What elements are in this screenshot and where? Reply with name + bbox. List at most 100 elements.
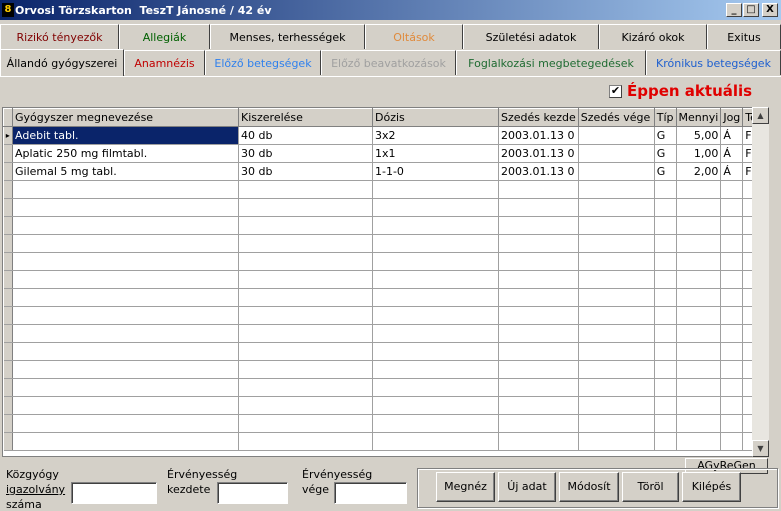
empty-cell — [676, 288, 722, 307]
empty-cell — [12, 198, 239, 217]
empty-cell — [498, 180, 579, 199]
row-indicator — [3, 396, 13, 415]
scroll-up-icon[interactable]: ▲ — [752, 107, 769, 124]
minimize-button[interactable]: _ — [726, 3, 742, 17]
tab-rizikó-tenyezok[interactable]: Rizikó tényezők — [0, 24, 119, 49]
empty-cell — [578, 432, 655, 451]
cell-szedes-kezdete[interactable]: 2003.01.13 0 — [498, 162, 579, 181]
empty-cell — [372, 252, 499, 271]
cell-tipus[interactable]: G — [654, 162, 677, 181]
tab-allergiak[interactable]: Allegiák — [119, 24, 210, 49]
empty-cell — [498, 234, 579, 253]
torol-button[interactable]: Töröl — [622, 472, 679, 502]
table-row[interactable]: Aplatic 250 mg filmtabl. 30 db 1x1 2003.… — [3, 144, 764, 163]
table-row[interactable]: Gilemal 5 mg tabl. 30 db 1-1-0 2003.01.1… — [3, 162, 764, 181]
empty-cell — [238, 432, 373, 451]
empty-cell — [720, 324, 744, 343]
col-header-szedes-kezdete[interactable]: Szedés kezde — [498, 108, 579, 127]
empty-cell — [372, 432, 499, 451]
tab-foglalkozasi-megbetegedesek[interactable]: Foglalkozási megbetegedések — [456, 50, 646, 75]
empty-cell — [676, 252, 722, 271]
empty-cell — [238, 306, 373, 325]
cell-szedes-kezdete[interactable]: 2003.01.13 0 — [498, 144, 579, 163]
ervenyesseg-kezdete-input[interactable] — [217, 482, 288, 504]
empty-cell — [578, 180, 655, 199]
cell-mennyiseg[interactable]: 2,00 — [676, 162, 722, 181]
empty-row — [3, 306, 764, 325]
tab-allando-gyogyszerei[interactable]: Állandó gyógyszerei — [0, 49, 124, 76]
eppen-aktualis-checkbox[interactable]: ✔ — [609, 84, 622, 98]
kozgyogy-igazolvany-input[interactable] — [71, 482, 157, 504]
col-header-mennyiseg[interactable]: Mennyi — [675, 108, 722, 127]
modosit-button[interactable]: Módosít — [559, 472, 619, 502]
empty-row — [3, 396, 764, 415]
cell-jog[interactable]: Á — [720, 126, 744, 145]
col-header-tipus[interactable]: Típ — [653, 108, 677, 127]
grid-vertical-scrollbar[interactable]: ▲ ▼ — [752, 107, 769, 457]
col-header-kiszereles[interactable]: Kiszerelése — [238, 108, 373, 127]
empty-cell — [498, 432, 579, 451]
empty-cell — [720, 360, 744, 379]
scroll-down-icon[interactable]: ▼ — [752, 440, 769, 457]
cell-gyogyszer[interactable]: Adebit tabl. — [12, 126, 239, 145]
empty-cell — [498, 360, 579, 379]
cell-gyogyszer[interactable]: Gilemal 5 mg tabl. — [12, 162, 239, 181]
empty-cell — [654, 288, 677, 307]
col-header-dozis[interactable]: Dózis — [372, 108, 499, 127]
cell-dozis[interactable]: 1-1-0 — [372, 162, 499, 181]
medication-grid[interactable]: Gyógyszer megnevezése Kiszerelése Dózis … — [2, 107, 769, 457]
cell-mennyiseg[interactable]: 1,00 — [676, 144, 722, 163]
kozgyogy-label-3: száma — [6, 498, 42, 511]
maximize-button[interactable]: □ — [743, 3, 759, 17]
tab-elozo-betegsegek[interactable]: Előző betegségek — [205, 50, 321, 75]
cell-dozis[interactable]: 3x2 — [372, 126, 499, 145]
cell-tipus[interactable]: G — [654, 144, 677, 163]
cell-mennyiseg[interactable]: 5,00 — [676, 126, 722, 145]
empty-cell — [578, 378, 655, 397]
cell-szedes-vege[interactable] — [578, 144, 655, 163]
tab-oltasok[interactable]: Oltások — [365, 24, 463, 49]
cell-kiszereles[interactable]: 40 db — [238, 126, 373, 145]
tab-kizaro-okok[interactable]: Kizáró okok — [599, 24, 707, 49]
tab-kronikus-betegsegek[interactable]: Krónikus betegségek — [646, 50, 781, 75]
empty-row — [3, 360, 764, 379]
tab-elozo-beavatkozasok[interactable]: Előző beavatkozások — [321, 50, 456, 75]
empty-cell — [720, 288, 744, 307]
tab-exitus[interactable]: Exitus — [707, 24, 781, 49]
tab-menses-terhessegek[interactable]: Menses, terhességek — [210, 24, 365, 49]
empty-cell — [372, 270, 499, 289]
filter-checkbox-row[interactable]: ✔ Éppen aktuális — [609, 82, 752, 100]
empty-cell — [578, 270, 655, 289]
empty-cell — [12, 360, 239, 379]
cell-gyogyszer[interactable]: Aplatic 250 mg filmtabl. — [12, 144, 239, 163]
empty-cell — [372, 288, 499, 307]
kilepes-button[interactable]: Kilépés — [682, 472, 741, 502]
empty-cell — [372, 180, 499, 199]
empty-cell — [578, 198, 655, 217]
cell-kiszereles[interactable]: 30 db — [238, 144, 373, 163]
empty-cell — [720, 216, 744, 235]
empty-cell — [12, 288, 239, 307]
tab-anamnezis[interactable]: Anamnézis — [124, 50, 205, 75]
row-indicator — [3, 360, 13, 379]
cell-szedes-kezdete[interactable]: 2003.01.13 0 — [498, 126, 579, 145]
megnez-button[interactable]: Megnéz — [436, 472, 495, 502]
table-row[interactable]: ▸ Adebit tabl. 40 db 3x2 2003.01.13 0 G … — [3, 126, 764, 145]
col-header-szedes-vege[interactable]: Szedés vége — [577, 108, 655, 127]
cell-tipus[interactable]: G — [654, 126, 677, 145]
empty-cell — [238, 396, 373, 415]
row-indicator — [3, 414, 13, 433]
col-header-jog[interactable]: Jog — [720, 108, 744, 127]
empty-cell — [372, 234, 499, 253]
cell-dozis[interactable]: 1x1 — [372, 144, 499, 163]
tab-szuletesi-adatok[interactable]: Születési adatok — [463, 24, 599, 49]
ervenyesseg-vege-input[interactable] — [334, 482, 407, 504]
close-button[interactable]: X — [762, 3, 778, 17]
col-header-gyogyszer[interactable]: Gyógyszer megnevezése — [12, 108, 239, 127]
cell-kiszereles[interactable]: 30 db — [238, 162, 373, 181]
cell-szedes-vege[interactable] — [578, 162, 655, 181]
cell-jog[interactable]: Á — [720, 144, 744, 163]
uj-adat-button[interactable]: Új adat — [498, 472, 556, 502]
cell-jog[interactable]: Á — [720, 162, 744, 181]
cell-szedes-vege[interactable] — [578, 126, 655, 145]
